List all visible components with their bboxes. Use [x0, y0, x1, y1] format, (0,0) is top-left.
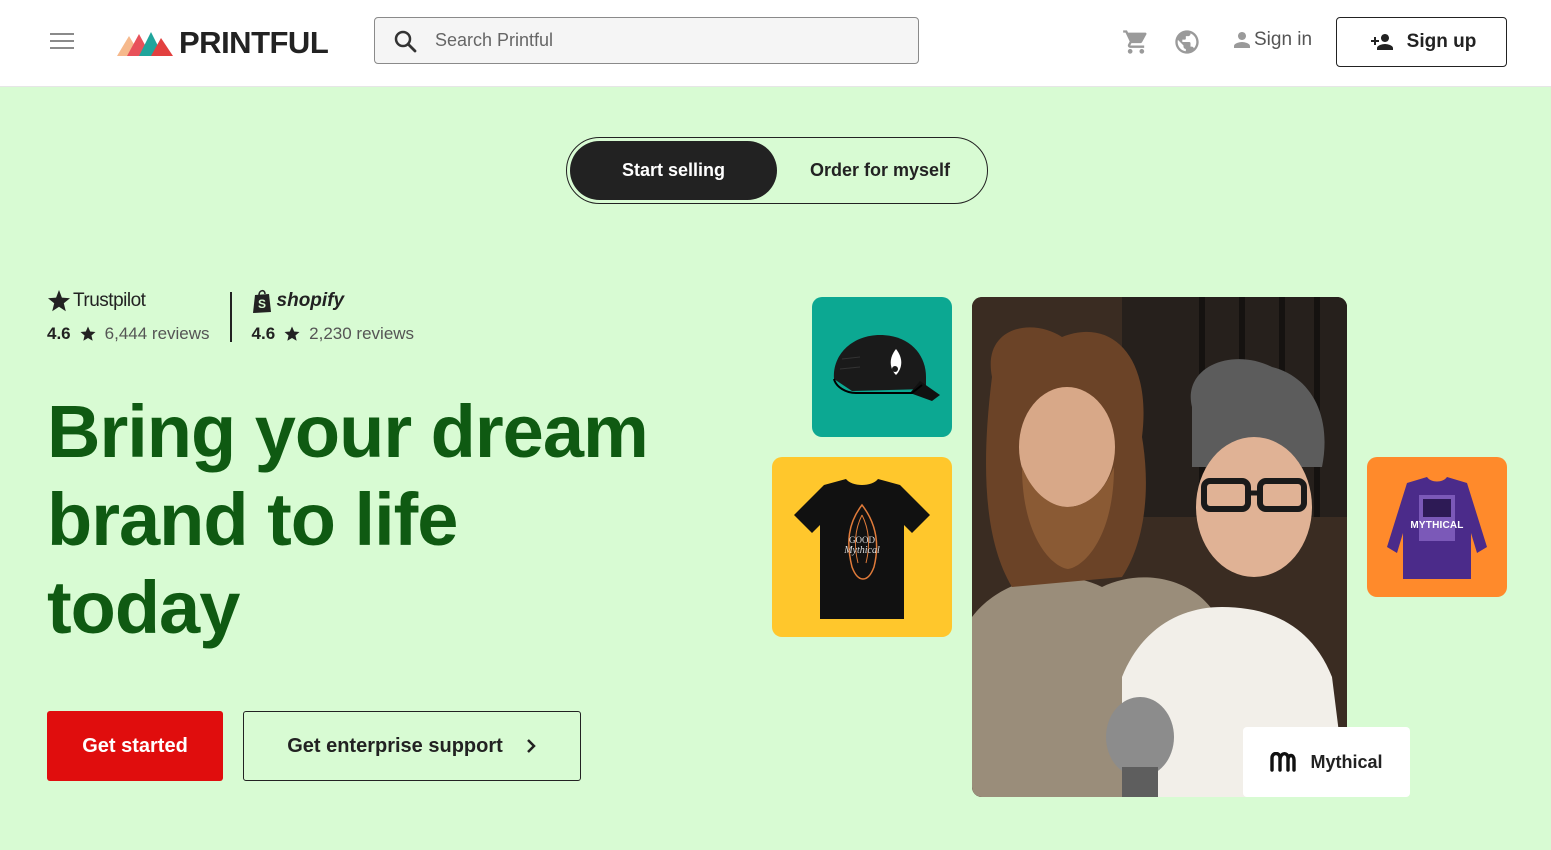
shopify-label: shopify — [276, 290, 345, 311]
cart-icon[interactable] — [1122, 28, 1150, 56]
shopify-score: 4.6 — [251, 324, 276, 343]
trustpilot-rating[interactable]: Trustpilot 4.6 6,444 reviews — [47, 288, 210, 344]
search-box[interactable] — [374, 17, 919, 64]
creators-photo — [972, 297, 1347, 797]
printful-logo[interactable]: PRINTFUL — [117, 25, 329, 60]
menu-icon[interactable] — [50, 33, 74, 53]
cap-product-card — [812, 297, 952, 437]
brand-badge: Mythical — [1243, 727, 1410, 797]
hero-headline: Bring your dream brand to life today — [47, 390, 649, 649]
ratings-divider — [229, 292, 232, 342]
sign-up-label: Sign up — [1406, 31, 1477, 52]
chevron-right-icon — [526, 739, 536, 753]
audience-toggle: Start selling Order for myself — [566, 137, 988, 204]
svg-text:GOOD: GOOD — [849, 535, 875, 545]
mythical-logo-icon — [1270, 752, 1297, 772]
star-icon — [80, 326, 96, 341]
top-navigation: PRINTFUL Sign in Sign up — [0, 0, 1551, 87]
hoodie-product-card: MYTHICAL — [1367, 457, 1507, 597]
sign-up-button[interactable]: Sign up — [1336, 17, 1507, 67]
sweatshirt-print-text: MYTHICAL — [1410, 520, 1464, 531]
get-started-button[interactable]: Get started — [47, 711, 223, 781]
ratings-row: Trustpilot 4.6 6,444 reviews S shopify 4… — [47, 288, 414, 344]
printful-logo-mark — [117, 32, 173, 56]
tab-start-selling[interactable]: Start selling — [570, 141, 777, 200]
svg-text:S: S — [258, 297, 266, 311]
enterprise-support-label: Get enterprise support — [287, 734, 503, 757]
tab-order-for-myself[interactable]: Order for myself — [777, 141, 983, 200]
svg-text:Mythical: Mythical — [843, 545, 880, 556]
add-user-icon — [1370, 34, 1393, 50]
sign-in-link[interactable]: Sign in — [1230, 28, 1312, 52]
user-icon — [1234, 32, 1250, 48]
globe-icon[interactable] — [1173, 28, 1201, 56]
shopify-rating[interactable]: S shopify 4.6 2,230 reviews — [251, 288, 415, 344]
enterprise-support-button[interactable]: Get enterprise support — [243, 711, 581, 781]
trustpilot-star-icon — [48, 290, 70, 312]
tshirt-image: GOOD Mythical — [794, 479, 930, 619]
brand-name: Mythical — [1310, 751, 1383, 772]
shopify-bag-icon: S — [252, 289, 271, 313]
tshirt-product-card: GOOD Mythical — [772, 457, 952, 637]
sign-in-label: Sign in — [1254, 29, 1313, 50]
shopify-reviews: 2,230 reviews — [309, 324, 415, 343]
search-icon — [394, 30, 417, 52]
trucker-cap-image — [833, 335, 940, 401]
trustpilot-label: Trustpilot — [73, 290, 146, 311]
star-icon — [284, 326, 300, 341]
trustpilot-reviews: 6,444 reviews — [104, 324, 210, 343]
creators-illustration — [972, 297, 1347, 797]
logo-text: PRINTFUL — [179, 25, 329, 60]
search-input[interactable] — [433, 29, 897, 52]
trustpilot-score: 4.6 — [47, 324, 71, 343]
